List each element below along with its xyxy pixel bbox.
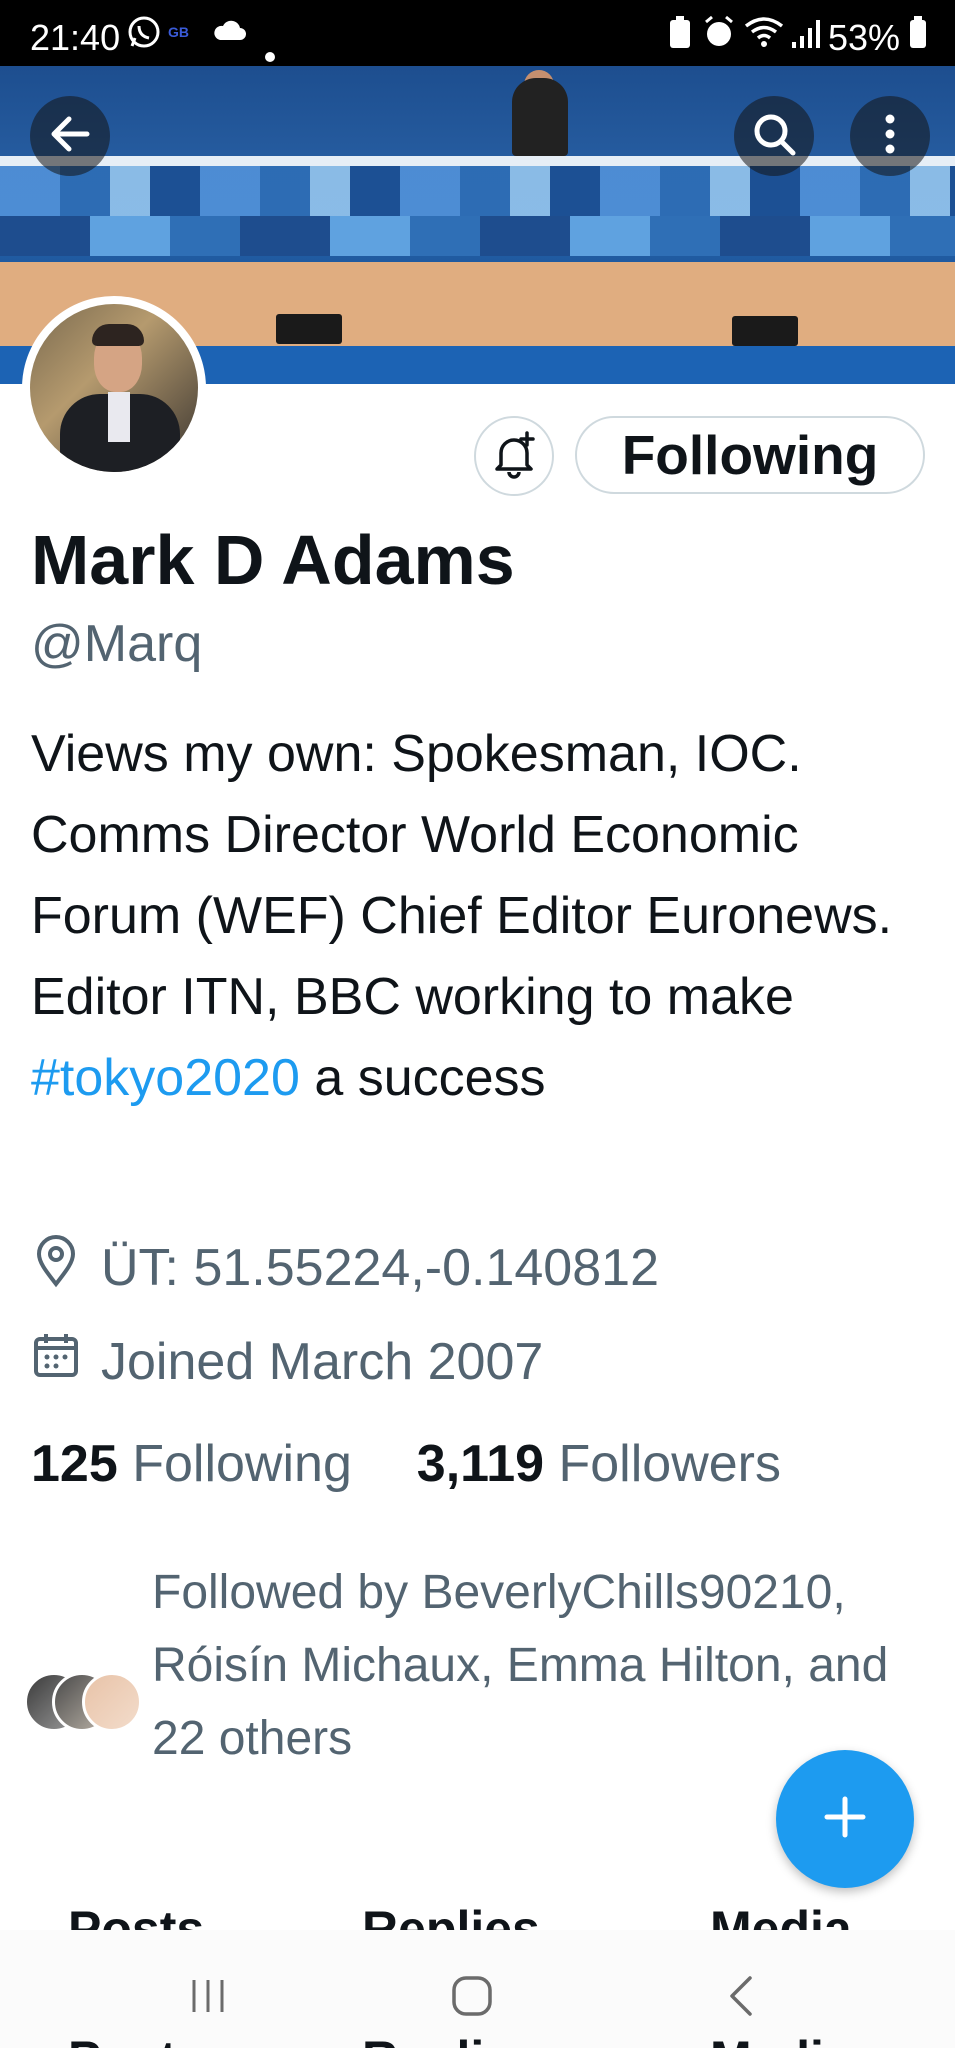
search-icon: [751, 111, 797, 161]
tab-media-peek: Media: [710, 2030, 852, 2048]
recent-apps-icon[interactable]: [188, 1976, 228, 2020]
wifi-icon: [744, 14, 784, 59]
tab-posts-peek: Posts: [68, 2030, 204, 2048]
battery-icon: [908, 14, 928, 59]
tab-replies-peek: Replies: [362, 2030, 540, 2048]
tab-posts[interactable]: Posts: [68, 1900, 204, 1930]
joined-text: Joined March 2007: [101, 1332, 544, 1391]
followed-by-avatars[interactable]: [24, 1672, 144, 1734]
avatar-photo: [30, 304, 198, 472]
followed-by-text[interactable]: Followed by BeverlyChills90210, Róisín M…: [152, 1556, 952, 1775]
bio-text: Views my own: Spokesman, IOC. Comms Dire…: [31, 725, 893, 1026]
following-count-link[interactable]: 125 Following: [31, 1435, 352, 1493]
profile-name: Mark D Adams: [31, 521, 515, 599]
location-pin-icon: [31, 1234, 101, 1301]
battery-saver-icon: [668, 14, 692, 59]
following-button[interactable]: Following: [575, 416, 925, 494]
back-arrow-icon: [47, 111, 93, 161]
bio-suffix: a success: [299, 1049, 546, 1107]
joined-row: Joined March 2007: [31, 1330, 543, 1393]
search-button[interactable]: [734, 96, 814, 176]
profile-tabs: Posts Replies Media: [0, 1900, 955, 1930]
follow-counts: 125 Following 3,119 Followers: [31, 1434, 781, 1494]
notification-bell-plus-icon: [489, 429, 539, 483]
compose-button[interactable]: [776, 1750, 914, 1888]
avatar[interactable]: [22, 296, 206, 480]
profile-tabs-peek: Posts Replies Media: [0, 2030, 955, 2048]
whatsapp-icon: [126, 14, 162, 59]
cloud-icon: [212, 14, 248, 59]
followers-count-link[interactable]: 3,119 Followers: [417, 1435, 781, 1493]
more-vertical-icon: [880, 111, 900, 161]
tab-replies[interactable]: Replies: [362, 1900, 540, 1930]
profile-bio: Views my own: Spokesman, IOC. Comms Dire…: [31, 714, 901, 1119]
plus-icon: [821, 1793, 869, 1845]
avatar: [82, 1672, 142, 1732]
signal-icon: [790, 14, 822, 59]
battery-level: 53%: [828, 17, 901, 58]
home-icon[interactable]: [450, 1974, 494, 2022]
location-row: ÜT: 51.55224,-0.140812: [31, 1234, 659, 1301]
back-icon[interactable]: [726, 1974, 756, 2022]
alarm-icon: [702, 14, 736, 59]
tab-media[interactable]: Media: [710, 1900, 852, 1930]
location-text: ÜT: 51.55224,-0.140812: [101, 1238, 659, 1297]
clock: 21:40: [30, 17, 121, 58]
status-bar: 21:40 GB 53%: [0, 0, 955, 66]
gb-news-icon: GB: [168, 24, 189, 40]
profile-handle: @Marq: [31, 615, 203, 673]
calendar-icon: [31, 1330, 101, 1393]
hashtag-link[interactable]: #tokyo2020: [31, 1049, 300, 1107]
back-button[interactable]: [30, 96, 110, 176]
notifications-button[interactable]: [474, 416, 554, 496]
more-options-button[interactable]: [850, 96, 930, 176]
